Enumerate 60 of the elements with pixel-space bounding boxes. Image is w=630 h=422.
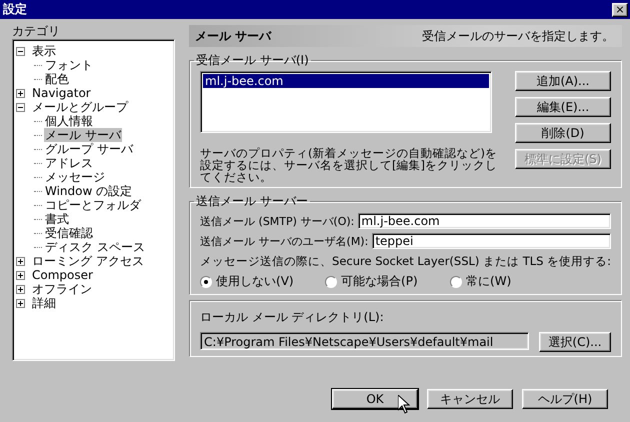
choose-button[interactable]: 選択(C)... (539, 332, 611, 352)
dialog-button[interactable]: キャンセル (427, 389, 513, 409)
tree-item[interactable]: フォント (44, 58, 94, 72)
server-action-button[interactable]: 編集(E)... (515, 97, 611, 117)
directory-path-field[interactable]: C:¥Program Files¥Netscape¥Users¥default¥mail (200, 332, 529, 350)
collapse-icon[interactable] (16, 102, 25, 112)
tree-item[interactable]: オフライン (31, 282, 93, 296)
collapse-icon[interactable] (16, 46, 25, 56)
tree-item[interactable]: 配色 (44, 72, 70, 86)
dialog-button[interactable]: OK (332, 389, 418, 409)
field-label: 送信メール (SMTP) サーバ(O): (200, 214, 354, 228)
expand-icon[interactable] (16, 284, 25, 294)
tree-item[interactable]: 書式 (44, 212, 70, 226)
tree-item[interactable]: コピーとフォルダ (44, 198, 142, 212)
tree-item[interactable]: Navigator (31, 86, 92, 100)
server-action-button[interactable]: 削除(D) (515, 123, 611, 143)
server-item[interactable]: ml.j-bee.com (203, 74, 490, 88)
tree-item[interactable]: 詳細 (31, 296, 57, 310)
dialog-button[interactable]: ヘルプ(H) (522, 389, 608, 409)
local-directory-label: ローカル メール ディレクトリ(L): (200, 309, 385, 326)
mouse-cursor-icon (398, 395, 410, 414)
text-field[interactable]: teppei (372, 233, 611, 249)
ssl-label: メッセージ送信の際に、Secure Socket Layer(SSL) または TLS を使用する: (200, 254, 611, 269)
group-title: 受信メール サーバ(I) (195, 52, 310, 69)
radio-icon[interactable] (200, 276, 212, 288)
tree-item[interactable]: Composer (31, 268, 94, 282)
tree-item[interactable]: メール サーバ (44, 128, 122, 142)
tree-item[interactable]: 表示 (31, 44, 57, 58)
category-label: カテゴリ (12, 23, 61, 39)
server-action-button[interactable]: 追加(A)... (515, 71, 611, 91)
server-list[interactable]: ml.j-bee.com (200, 71, 492, 133)
tree-item[interactable]: メールとグループ (31, 100, 129, 114)
text-field[interactable]: ml.j-bee.com (358, 213, 611, 229)
radio-label: 使用しない(V) (216, 273, 294, 290)
tree-item[interactable]: グループ サーバ (44, 142, 134, 156)
tree-item[interactable]: ディスク スペース (44, 240, 146, 254)
radio-label: 常に(W) (466, 273, 512, 290)
ssl-radio-option[interactable]: 使用しない(V) (200, 273, 326, 290)
field-label: 送信メール サーバのユーザ名(M): (200, 234, 368, 248)
tree-item[interactable]: Window の設定 (44, 184, 134, 198)
server-note: サーバのプロパティ(新着メッセージの自動確認など)を設定するには、サーバ名を選択して[編集]をクリックしてください。 (200, 147, 498, 183)
tree-item[interactable]: ローミング アクセス (31, 254, 145, 268)
page-description: 受信メールのサーバを指定します。 (422, 28, 614, 44)
expand-icon[interactable] (16, 88, 25, 98)
radio-label: 可能な場合(P) (341, 273, 418, 290)
expand-icon[interactable] (16, 298, 25, 308)
radio-icon[interactable] (450, 276, 462, 288)
window-title: 設定 (3, 1, 27, 18)
close-button[interactable]: × (612, 2, 628, 16)
ssl-radio-option[interactable]: 常に(W) (450, 273, 576, 290)
tree-item[interactable]: 個人情報 (44, 114, 94, 128)
group-title: 送信メール サーバー (195, 193, 309, 210)
page-title: メール サーバ (195, 28, 272, 44)
tree-item[interactable]: アドレス (44, 156, 94, 170)
expand-icon[interactable] (16, 256, 25, 266)
tree-item[interactable]: 受信確認 (44, 226, 94, 240)
radio-icon[interactable] (325, 276, 338, 288)
ssl-radio-option[interactable]: 可能な場合(P) (325, 273, 450, 290)
expand-icon[interactable] (16, 270, 25, 280)
tree-item[interactable]: メッセージ (44, 170, 106, 184)
